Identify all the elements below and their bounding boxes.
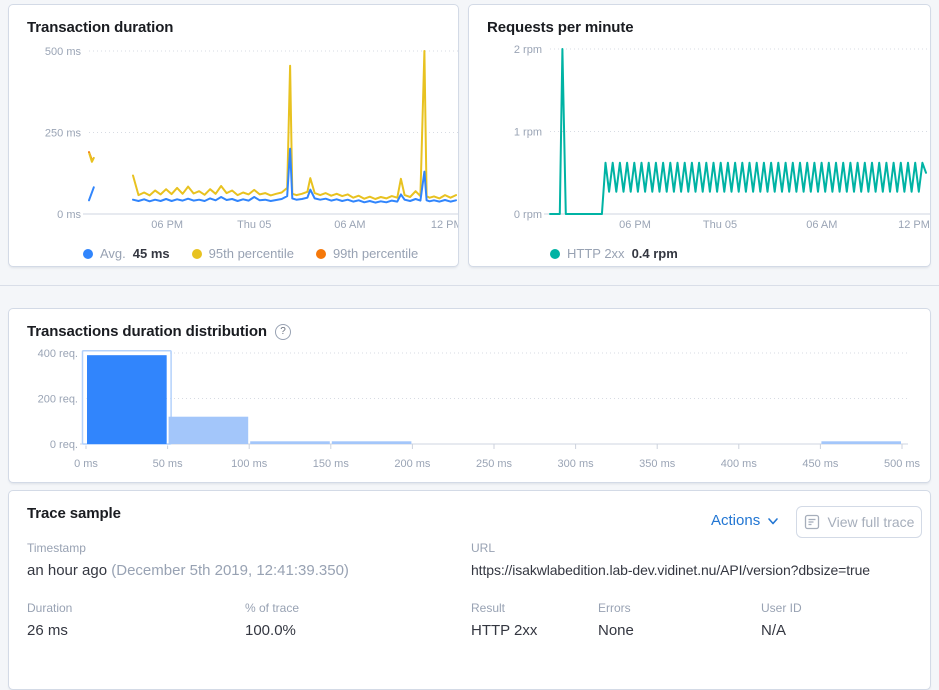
y-tick-label: 400 req. xyxy=(38,348,78,360)
y-tick-label: 200 req. xyxy=(38,394,78,406)
view-full-trace-button[interactable]: View full trace xyxy=(796,506,922,538)
y-tick-label: 0 ms xyxy=(57,209,81,221)
x-tick-label: 150 ms xyxy=(313,458,350,470)
x-tick-label: 100 ms xyxy=(231,458,268,470)
legend-value: 45 ms xyxy=(133,246,170,261)
legend-item-avg[interactable]: Avg. 45 ms xyxy=(83,246,170,261)
legend-value: 0.4 rpm xyxy=(632,246,678,261)
legend-dot-icon xyxy=(550,249,560,259)
x-tick-label: 450 ms xyxy=(802,458,839,470)
transaction-duration-legend: Avg. 45 ms 95th percentile 99th percentile xyxy=(83,246,418,261)
x-tick-label: 12 PM xyxy=(431,219,459,231)
y-tick-label: 0 rpm xyxy=(514,209,542,221)
legend-dot-icon xyxy=(316,249,326,259)
x-tick-label: 06 PM xyxy=(151,219,183,231)
duration-distribution-chart[interactable]: 0 req. 200 req. 400 req. 0 ms 50 ms 100 ms 150… xyxy=(9,309,931,483)
field-label: URL xyxy=(471,541,870,555)
field-value: an hour ago (December 5th 2019, 12:41:39… xyxy=(27,562,349,579)
requests-per-minute-chart[interactable]: 0 rpm 1 rpm 2 rpm 06 PM Thu 05 06 AM 12 PM xyxy=(469,5,931,267)
field-duration: Duration 26 ms xyxy=(27,601,72,639)
x-tick-label: 200 ms xyxy=(394,458,431,470)
field-label: User ID xyxy=(761,601,802,615)
series-p95[interactable] xyxy=(133,51,456,199)
field-timestamp: Timestamp an hour ago (December 5th 2019… xyxy=(27,541,349,579)
histogram-bar[interactable] xyxy=(169,417,249,444)
field-user-id: User ID N/A xyxy=(761,601,802,639)
field-errors: Errors None xyxy=(598,601,634,639)
x-tick-label: 06 AM xyxy=(806,219,837,231)
histogram-bar[interactable] xyxy=(250,441,330,444)
field-label: Timestamp xyxy=(27,541,349,555)
panel-title-trace-sample: Trace sample xyxy=(27,505,121,522)
chevron-down-icon xyxy=(767,515,779,527)
legend-item-p95[interactable]: 95th percentile xyxy=(192,246,294,261)
timestamp-absolute: (December 5th 2019, 12:41:39.350) xyxy=(111,562,349,579)
field-value: 26 ms xyxy=(27,622,72,639)
panel-requests-per-minute: Requests per minute 0 rpm1 rpm2 rpm06 PM… xyxy=(468,4,931,267)
x-tick-label: 06 AM xyxy=(334,219,365,231)
field-result: Result HTTP 2xx xyxy=(471,601,537,639)
timestamp-relative: an hour ago xyxy=(27,562,107,579)
field-label: Errors xyxy=(598,601,634,615)
legend-item-http2xx[interactable]: HTTP 2xx 0.4 rpm xyxy=(550,246,678,261)
legend-label: HTTP 2xx xyxy=(567,246,625,261)
series-avg[interactable] xyxy=(89,187,94,200)
panel-transaction-duration: Transaction duration 0 ms250 ms500 ms06 … xyxy=(8,4,459,267)
legend-item-p99[interactable]: 99th percentile xyxy=(316,246,418,261)
series-p95[interactable] xyxy=(89,154,93,162)
field-label: % of trace xyxy=(245,601,299,615)
field-label: Result xyxy=(471,601,537,615)
field-value: N/A xyxy=(761,622,802,639)
field-value: https://isakwlabedition.lab-dev.vidinet.… xyxy=(471,562,870,578)
panel-trace-sample: Trace sample Actions View full trace Tim… xyxy=(8,490,931,690)
x-tick-label: 250 ms xyxy=(476,458,513,470)
y-tick-label: 500 ms xyxy=(45,46,82,58)
histogram-bar-selected[interactable] xyxy=(87,355,167,444)
panel-duration-distribution: Transactions duration distribution ? 0 r… xyxy=(8,308,931,483)
x-tick-label: 500 ms xyxy=(884,458,921,470)
legend-label: 95th percentile xyxy=(209,246,294,261)
x-tick-label: Thu 05 xyxy=(703,219,737,231)
actions-dropdown[interactable]: Actions xyxy=(711,512,779,529)
panel-title-text: Trace sample xyxy=(27,505,121,522)
field-value: 100.0% xyxy=(245,622,299,639)
field-pct-of-trace: % of trace 100.0% xyxy=(245,601,299,639)
field-url: URL https://isakwlabedition.lab-dev.vidi… xyxy=(471,541,870,578)
histogram-bar[interactable] xyxy=(332,441,412,444)
x-tick-label: 0 ms xyxy=(74,458,98,470)
transaction-duration-chart[interactable]: 0 ms 250 ms 500 ms 06 PM Thu 05 06 AM 12 PM xyxy=(9,5,459,267)
x-tick-label: 50 ms xyxy=(153,458,183,470)
x-tick-label: 400 ms xyxy=(721,458,758,470)
x-tick-label: 12 PM xyxy=(898,219,930,231)
view-full-trace-label: View full trace xyxy=(828,514,915,530)
x-tick-label: 06 PM xyxy=(619,219,651,231)
section-divider xyxy=(0,285,939,286)
y-tick-label: 250 ms xyxy=(45,128,82,140)
x-tick-label: Thu 05 xyxy=(237,219,271,231)
legend-label: Avg. xyxy=(100,246,126,261)
x-tick-label: 350 ms xyxy=(639,458,676,470)
legend-dot-icon xyxy=(192,249,202,259)
legend-dot-icon xyxy=(83,249,93,259)
y-tick-label: 1 rpm xyxy=(514,127,542,139)
histogram-bar[interactable] xyxy=(821,441,901,444)
y-tick-label: 2 rpm xyxy=(514,44,542,56)
requests-per-minute-legend: HTTP 2xx 0.4 rpm xyxy=(550,246,678,261)
actions-label: Actions xyxy=(711,512,760,529)
field-value: HTTP 2xx xyxy=(471,622,537,639)
field-label: Duration xyxy=(27,601,72,615)
x-tick-label: 300 ms xyxy=(558,458,595,470)
trace-document-icon xyxy=(804,514,820,530)
field-value: None xyxy=(598,622,634,639)
legend-label: 99th percentile xyxy=(333,246,418,261)
y-tick-label: 0 req. xyxy=(50,439,78,451)
